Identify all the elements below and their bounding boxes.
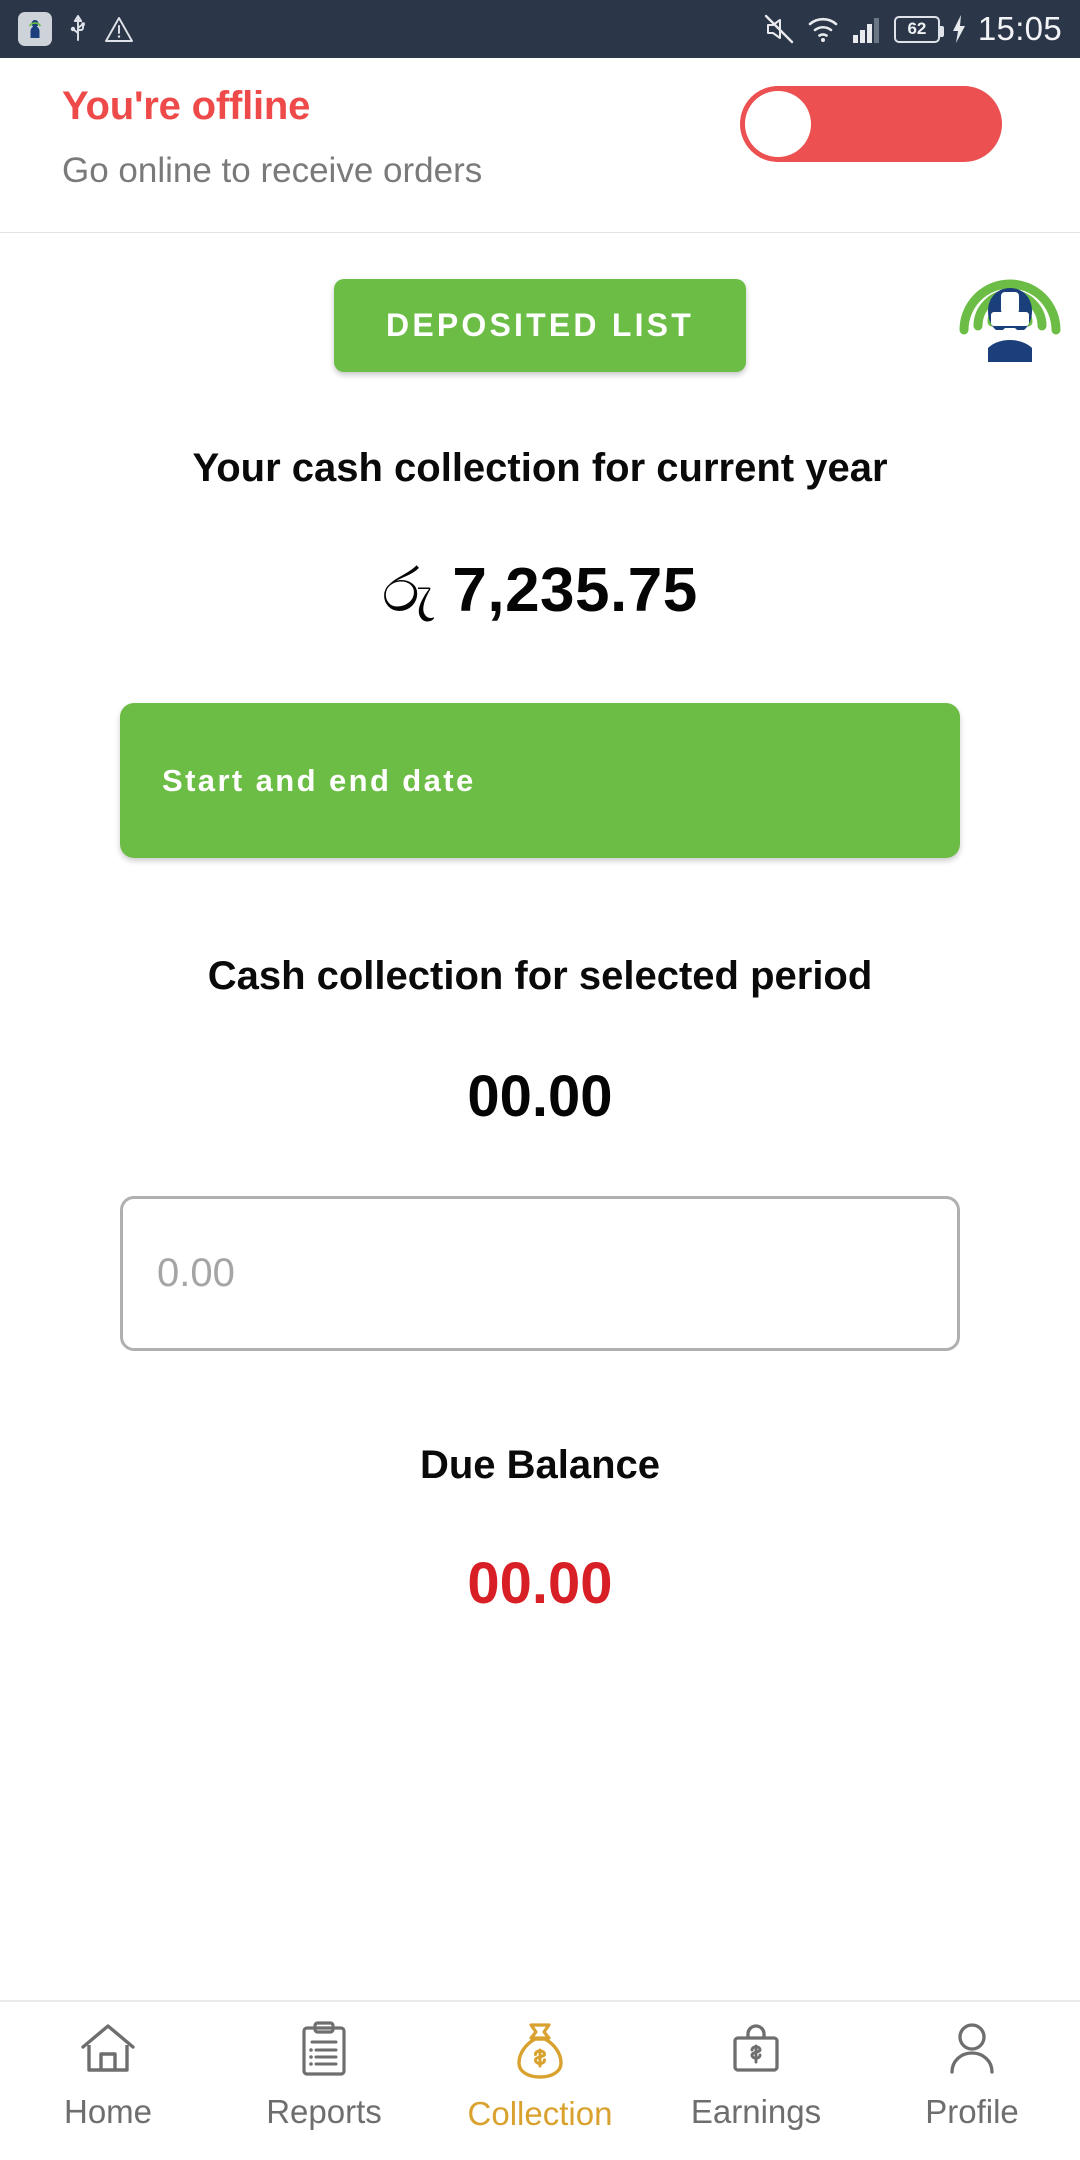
nav-label-earnings: Earnings — [690, 2093, 822, 2130]
clipboard-icon — [295, 2020, 353, 2083]
rider-helmet-signal-logo — [950, 252, 1070, 372]
app-notification-icon — [18, 12, 52, 46]
toggle-knob[interactable] — [745, 91, 811, 157]
bottom-navigation-bar: Home Reports Collection Earnings Profile — [0, 2000, 1080, 2160]
usb-icon — [66, 12, 90, 46]
nav-label-home: Home — [63, 2093, 153, 2130]
nav-label-profile: Profile — [925, 2093, 1019, 2130]
nav-item-collection[interactable]: Collection — [432, 2020, 648, 2133]
selected-period-amount: 00.00 — [467, 1064, 613, 1129]
collection-main-content: DEPOSITED LIST Your cash collection for … — [0, 233, 1080, 1617]
nav-item-profile[interactable]: Profile — [864, 2020, 1080, 2131]
deposited-list-button[interactable]: DEPOSITED LIST — [334, 279, 746, 372]
nav-item-reports[interactable]: Reports — [216, 2020, 432, 2131]
nav-item-earnings[interactable]: Earnings — [648, 2020, 864, 2131]
nav-label-reports: Reports — [266, 2093, 382, 2130]
person-icon — [944, 2020, 1000, 2083]
due-balance-heading: Due Balance — [419, 1443, 661, 1487]
online-offline-toggle[interactable] — [740, 86, 1002, 162]
nav-label-collection: Collection — [467, 2095, 613, 2132]
wifi-icon — [806, 12, 840, 46]
mute-icon — [762, 12, 796, 46]
nav-item-home[interactable]: Home — [0, 2020, 216, 2131]
selected-period-heading: Cash collection for selected period — [207, 954, 873, 998]
deposit-amount-input[interactable] — [120, 1196, 960, 1351]
current-year-amount-value: 7,235.75 — [452, 556, 698, 625]
due-balance-amount: 00.00 — [467, 1551, 613, 1616]
offline-status-header: You're offline Go online to receive orde… — [0, 58, 1080, 233]
briefcase-dollar-icon — [727, 2020, 785, 2083]
warning-triangle-icon — [104, 14, 134, 44]
money-bag-icon — [511, 2020, 569, 2085]
status-bar-right-icons: 62 15:05 — [762, 10, 1062, 48]
start-end-date-button[interactable]: Start and end date — [120, 703, 960, 858]
status-bar-clock: 15:05 — [977, 10, 1062, 47]
battery-icon: 62 — [893, 15, 944, 43]
signal-bars-icon — [850, 13, 884, 45]
app-screen: 62 15:05 You're offline Go online to rec… — [0, 0, 1080, 2160]
charging-bolt-icon — [950, 13, 968, 45]
status-bar: 62 15:05 — [0, 0, 1080, 58]
status-bar-left-icons — [18, 12, 134, 46]
currency-symbol: රු — [382, 556, 435, 625]
current-year-heading: Your cash collection for current year — [192, 446, 888, 490]
current-year-amount: රු 7,235.75 — [0, 555, 1080, 627]
home-icon — [77, 2020, 139, 2083]
